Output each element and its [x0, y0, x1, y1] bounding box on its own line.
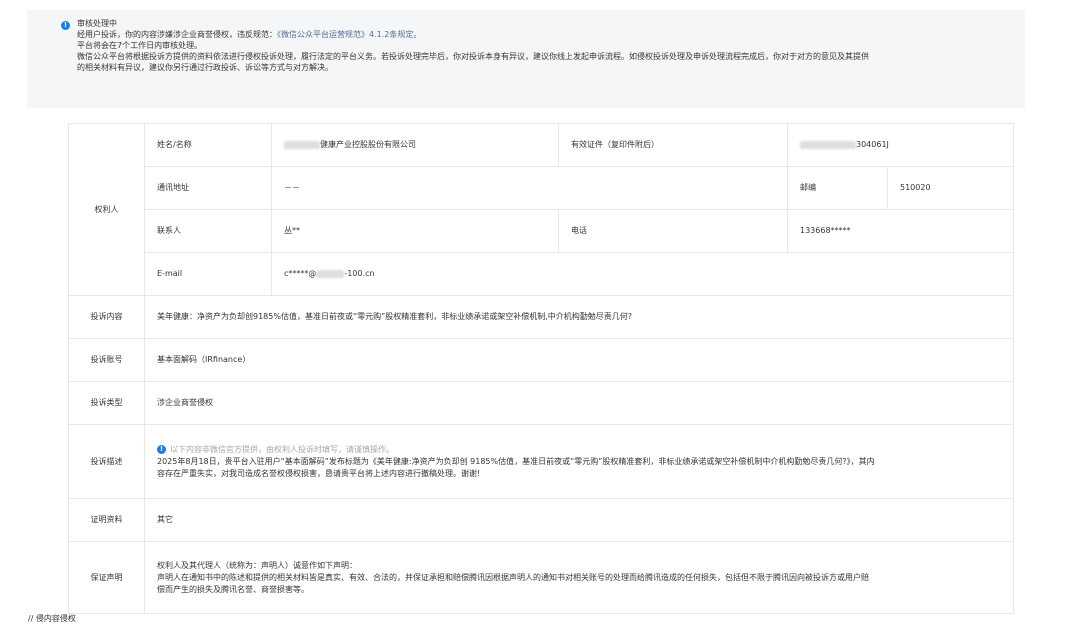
notice-appeal-text: 的相关材料有异议，建议你另行通过行政投诉、诉讼等方式与对方解决。: [77, 63, 333, 72]
postcode-label: 邮编: [787, 166, 888, 210]
redacted-mark: [284, 140, 320, 149]
rules-link[interactable]: 《微信公众平台运营规范》4.1.2条规定。: [277, 30, 421, 39]
notice-violation-text: 经用户投诉，你的内容涉嫌涉企业商誉侵权，违反规范：: [77, 30, 277, 39]
complaint-details-table: 权利人 姓名/名称 健康产业控股股份有限公司 有效证件（复印件附后） 30406…: [68, 123, 1014, 614]
email-prefix: c*****@: [284, 269, 317, 278]
email-value-cell: c*****@ -100.cn: [271, 252, 1014, 296]
name-value-cell: 健康产业控股股份有限公司: [271, 123, 559, 167]
description-tip-text: 以下内容非微信官方提供，由权利人投诉时填写，请谨慎操作。: [170, 444, 394, 454]
postcode-value: 510020: [887, 166, 1014, 210]
table-row: 联系人 丛** 电话 133668*****: [69, 209, 1014, 253]
table-row: 保证声明 权利人及其代理人（统称为：声明人）诚意作如下声明： 声明人在通知书中的…: [68, 541, 1014, 614]
complaint-account-label: 投诉账号: [68, 338, 145, 382]
cert-value-cell: 304061J: [787, 123, 1014, 167]
address-label: 通讯地址: [144, 166, 272, 210]
description-tip: ! 以下内容非微信官方提供，由权利人投诉时填写，请谨慎操作。: [157, 444, 1001, 456]
table-row: 证明资料 其它: [68, 498, 1014, 542]
guarantee-line: 权利人及其代理人（统称为：声明人）诚意作如下声明：: [157, 560, 357, 570]
complaint-type-label: 投诉类型: [68, 381, 145, 425]
complaint-account-value: 基本面解码（IRfinance）: [144, 338, 1014, 382]
guarantee-line: 声明人在通知书中的陈述和提供的相关材料皆是真实、有效、合法的，并保证承担和赔偿腾…: [157, 572, 869, 582]
complaint-content-value: 美年健康：净资产为负却创9185%估值，基准日前夜或“零元购”股权精准套利，非标…: [144, 295, 1014, 339]
table-row: E-mail c*****@ -100.cn: [69, 252, 1014, 296]
evidence-label: 证明资料: [68, 498, 145, 542]
phone-value: 133668*****: [787, 209, 1014, 253]
guarantee-label: 保证声明: [68, 541, 145, 614]
contact-value: 丛**: [271, 209, 559, 253]
description-line: 容存在严重失实，对我司造成名誉权侵权损害，恳请贵平台将上述内容进行撤稿处理。谢谢…: [157, 468, 481, 478]
review-notice-banner: ! 审核处理中 经用户投诉，你的内容涉嫌涉企业商誉侵权，违反规范：《微信公众平台…: [27, 10, 1025, 108]
table-row: 权利人 姓名/名称 健康产业控股股份有限公司 有效证件（复印件附后） 30406…: [68, 123, 1014, 296]
table-row: 投诉类型 涉企业商誉侵权: [68, 381, 1014, 425]
notice-violation-line: 经用户投诉，你的内容涉嫌涉企业商誉侵权，违反规范：《微信公众平台运营规范》4.1…: [77, 29, 421, 40]
complaint-description-label: 投诉描述: [68, 424, 145, 499]
email-label: E-mail: [144, 252, 272, 296]
name-value: 健康产业控股股份有限公司: [320, 140, 416, 149]
next-section-heading: // 侵内容侵权: [28, 614, 76, 623]
notice-review-time: 平台将会在7个工作日内审核处理。: [77, 41, 203, 50]
notice-process-text: 微信公众平台将根据投诉方提供的资料依法进行侵权投诉处理，履行法定的平台义务。若投…: [77, 52, 869, 61]
complaint-type-value: 涉企业商誉侵权: [144, 381, 1014, 425]
description-line: 2025年8月18日，贵平台入驻用户“基本面解码”发布标题为《美年健康:净资产为…: [157, 456, 875, 466]
cert-value: 304061J: [856, 140, 889, 149]
guarantee-line: 偿而产生的损失及腾讯名誉、商誉损害等。: [157, 584, 309, 594]
address-value: －－: [271, 166, 788, 210]
redacted-mark: [800, 140, 856, 149]
contact-label: 联系人: [144, 209, 272, 253]
name-label: 姓名/名称: [144, 123, 272, 167]
table-row: 投诉内容 美年健康：净资产为负却创9185%估值，基准日前夜或“零元购”股权精准…: [68, 295, 1014, 339]
guarantee-cell: 权利人及其代理人（统称为：声明人）诚意作如下声明： 声明人在通知书中的陈述和提供…: [144, 541, 1014, 614]
complaint-content-label: 投诉内容: [68, 295, 145, 339]
evidence-value: 其它: [144, 498, 1014, 542]
notice-title: 审核处理中: [77, 19, 117, 28]
table-row: 通讯地址 －－ 邮编 510020: [69, 166, 1014, 210]
info-icon: !: [61, 21, 70, 30]
table-row: 投诉描述 ! 以下内容非微信官方提供，由权利人投诉时填写，请谨慎操作。 2025年…: [68, 424, 1014, 499]
info-icon: !: [157, 444, 166, 454]
redacted-mark: [316, 269, 345, 278]
rights-holder-label: 权利人: [68, 123, 145, 296]
phone-label: 电话: [558, 209, 788, 253]
email-suffix: -100.cn: [344, 269, 375, 278]
complaint-description-cell: ! 以下内容非微信官方提供，由权利人投诉时填写，请谨慎操作。 2025年8月18日…: [144, 424, 1014, 499]
table-row: 投诉账号 基本面解码（IRfinance）: [68, 338, 1014, 382]
cert-label: 有效证件（复印件附后）: [558, 123, 788, 167]
